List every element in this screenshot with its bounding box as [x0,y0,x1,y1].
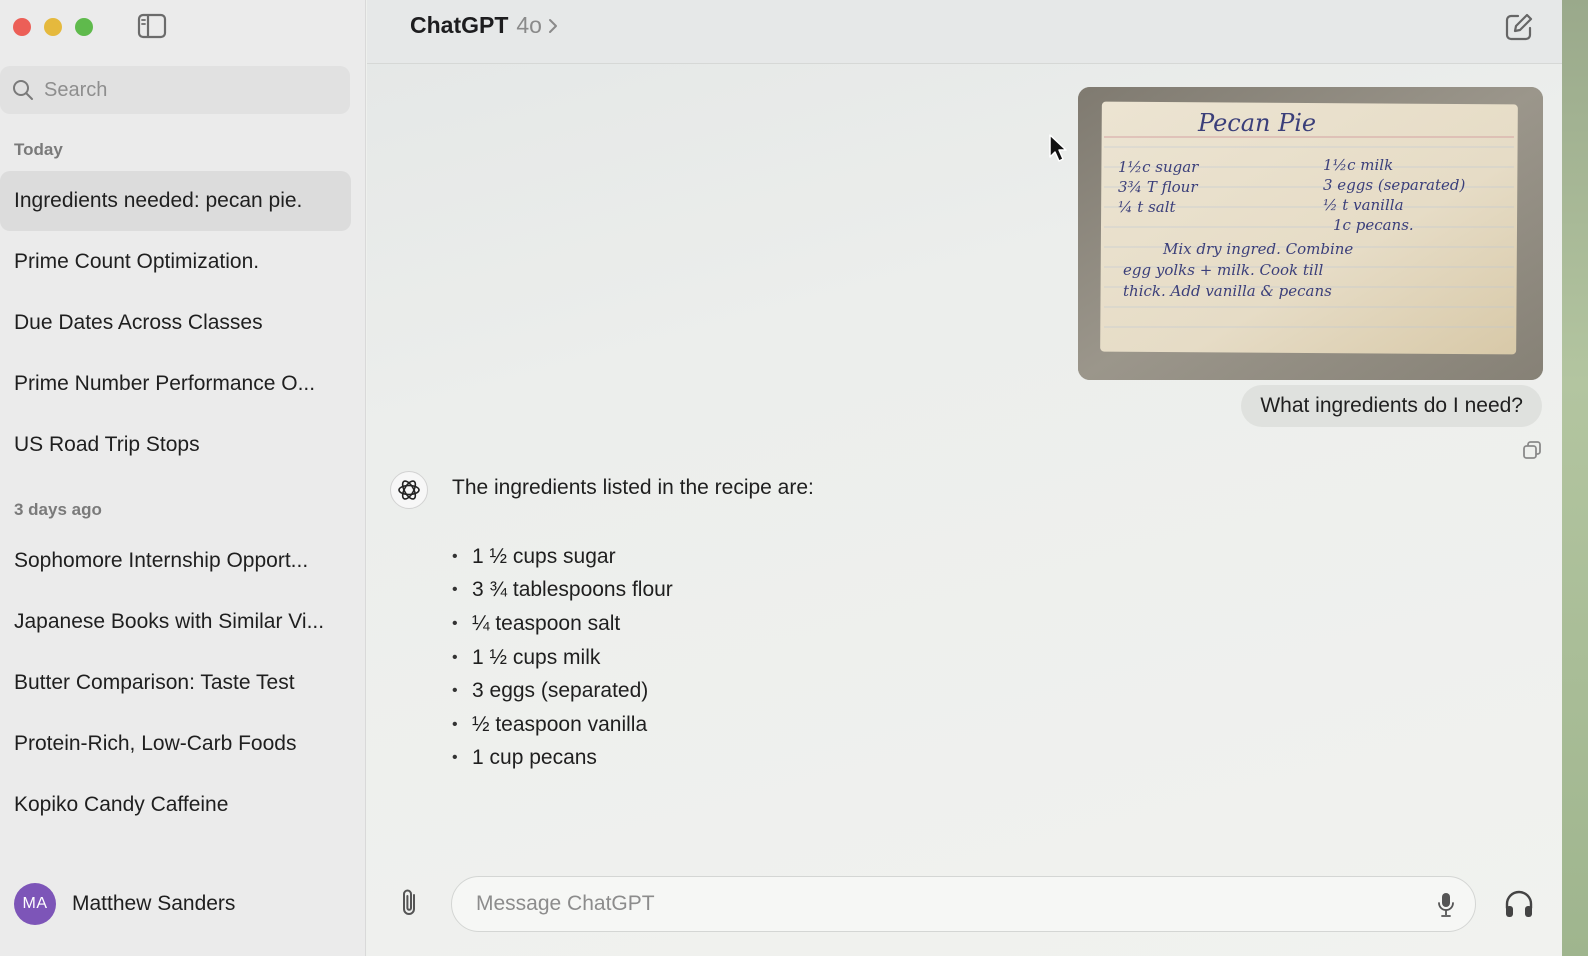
close-window-button[interactable] [13,18,31,36]
search-input[interactable] [44,78,324,102]
minimize-window-button[interactable] [44,18,62,36]
svg-text:3¾ T flour: 3¾ T flour [1118,178,1198,196]
model-version: 4o [516,12,542,38]
conversation-item[interactable]: Due Dates Across Classes [0,293,351,353]
message-input[interactable] [476,892,1396,916]
chevron-right-icon [548,18,557,33]
ingredient-list: • 1 ½ cups sugar • 3 ¾ tablespoons flour •… [452,540,673,775]
list-item: • 1 ½ cups milk [452,645,601,669]
svg-text:Mix dry ingred. Combine: Mix dry ingred. Combine [1162,240,1353,258]
recipe-title: Pecan Pie [1197,109,1316,137]
user-profile[interactable]: MA Matthew Sanders [14,883,235,925]
conversation-item[interactable]: Prime Count Optimization. [0,232,351,292]
conversation-item[interactable]: US Road Trip Stops [0,415,351,475]
sidebar-toggle-icon[interactable] [137,13,167,39]
user-name: Matthew Sanders [72,892,236,915]
conversation-item[interactable]: Prime Number Performance O... [0,354,351,414]
svg-text:¼ t salt: ¼ t salt [1118,198,1177,216]
desktop-background-strip [1562,0,1588,956]
zoom-window-button[interactable] [75,18,93,36]
compose-icon[interactable] [1504,12,1534,42]
svg-text:thick. Add vanilla & pecans: thick. Add vanilla & pecans [1123,282,1332,300]
svg-text:½ t vanilla: ½ t vanilla [1323,196,1404,214]
list-item: • 1 ½ cups sugar [452,544,616,568]
recipe-card-image[interactable]: Pecan Pie 1½c sugar 3¾ T flour ¼ t salt … [1078,87,1543,380]
conversation-item[interactable]: Protein-Rich, Low-Carb Foods [0,714,351,774]
search-box[interactable] [0,66,350,114]
svg-text:egg yolks + milk. Cook till: egg yolks + milk. Cook till [1123,261,1324,279]
list-item: • ½ teaspoon vanilla [452,712,648,736]
list-item: • ¼ teaspoon salt [452,611,621,635]
svg-text:3 eggs (separated): 3 eggs (separated) [1323,176,1465,194]
group-label-today: Today [14,140,63,159]
conversation-item[interactable]: Sophomore Internship Opport... [0,531,351,591]
microphone-icon[interactable] [1437,892,1455,918]
conversation-item[interactable]: Kopiko Candy Caffeine [0,775,351,835]
group-label-3-days-ago: 3 days ago [14,500,102,519]
message-composer[interactable] [451,876,1476,932]
chat-header: ChatGPT 4o [367,0,1562,64]
list-item: • 3 ¾ tablespoons flour [452,578,673,602]
search-icon [13,80,33,100]
model-name: ChatGPT [410,12,509,38]
model-selector[interactable]: ChatGPT 4o [410,12,560,39]
conversation-item[interactable]: Butter Comparison: Taste Test [0,653,351,713]
headphones-icon[interactable] [1503,888,1535,920]
copy-icon[interactable] [1522,440,1542,460]
chatgpt-logo-icon [390,471,428,509]
conversation-item[interactable]: Ingredients needed: pecan pie. [0,171,351,231]
user-message: What ingredients do I need? [1241,385,1542,427]
svg-text:1½c sugar: 1½c sugar [1118,158,1199,176]
conversation-item[interactable]: Japanese Books with Similar Vi... [0,592,351,652]
paperclip-icon[interactable] [395,886,423,920]
sidebar: Today Ingredients needed: pecan pie. Pri… [0,0,366,956]
mouse-pointer-icon [1047,133,1069,163]
svg-text:1½c milk: 1½c milk [1323,156,1393,174]
list-item: • 3 eggs (separated) [452,679,649,703]
assistant-intro: The ingredients listed in the recipe are… [452,476,814,499]
svg-text:1c pecans.: 1c pecans. [1333,216,1414,234]
avatar: MA [14,883,56,925]
chat-area: ChatGPT 4o Pecan Pie 1½c sugar 3¾ T flou… [367,0,1562,956]
list-item: • 1 cup pecans [452,746,597,770]
